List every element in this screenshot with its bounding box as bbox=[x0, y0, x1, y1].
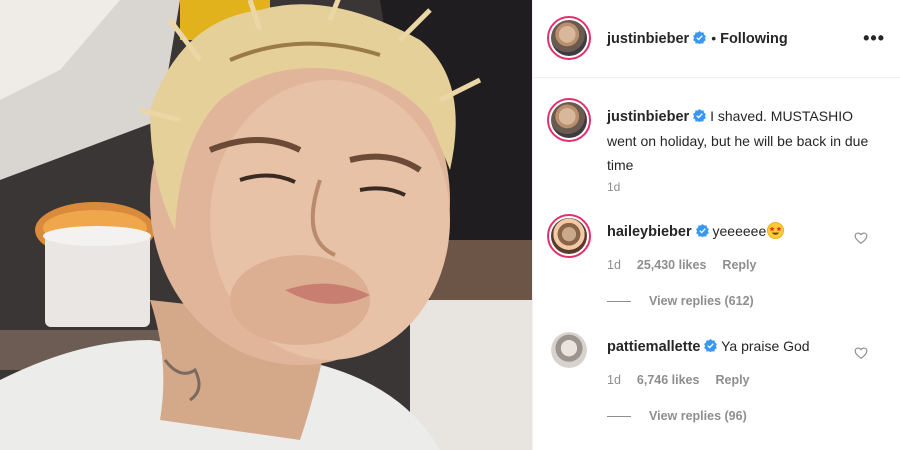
comment-text: yeeeeee bbox=[712, 223, 767, 239]
selfie-photo-illustration bbox=[0, 0, 532, 450]
comment-avatar[interactable] bbox=[551, 332, 587, 368]
header-separator: • bbox=[711, 30, 717, 46]
avatar-image bbox=[551, 102, 587, 138]
avatar-image bbox=[551, 20, 587, 56]
reply-button[interactable]: Reply bbox=[715, 373, 749, 387]
verified-badge-icon bbox=[693, 109, 707, 122]
instagram-post: justinbieber • Following ••• justinbieber … bbox=[0, 0, 900, 450]
more-options-icon[interactable]: ••• bbox=[863, 28, 885, 49]
comment-meta: 1d 25,430 likes Reply bbox=[607, 258, 756, 272]
divider-line bbox=[607, 300, 631, 302]
avatar-image bbox=[551, 218, 587, 254]
view-replies-button[interactable]: View replies (96) bbox=[607, 409, 747, 423]
comment-time[interactable]: 1d bbox=[607, 373, 621, 387]
divider-line bbox=[607, 415, 631, 417]
comment: haileybieber yeeeeee bbox=[607, 221, 785, 242]
verified-badge-icon bbox=[693, 31, 707, 44]
following-button[interactable]: Following bbox=[720, 31, 788, 47]
post-caption: justinbieber I shaved. MUSTASHIO went on… bbox=[607, 104, 882, 177]
caption-avatar[interactable] bbox=[547, 98, 591, 142]
post-sidebar: justinbieber • Following ••• justinbieber … bbox=[532, 0, 900, 450]
star-struck-emoji-icon bbox=[767, 222, 785, 239]
verified-badge-icon bbox=[704, 339, 718, 352]
view-replies-button[interactable]: View replies (612) bbox=[607, 294, 754, 308]
caption-time[interactable]: 1d bbox=[607, 180, 620, 194]
comment-meta: 1d 6,746 likes Reply bbox=[607, 373, 750, 387]
verified-badge-icon bbox=[695, 224, 709, 237]
comment-time[interactable]: 1d bbox=[607, 258, 621, 272]
comment-likes[interactable]: 25,430 likes bbox=[637, 258, 707, 272]
post-photo[interactable] bbox=[0, 0, 532, 450]
comment-username[interactable]: haileybieber bbox=[607, 224, 692, 240]
caption-username[interactable]: justinbieber bbox=[607, 109, 689, 125]
header-username[interactable]: justinbieber bbox=[607, 31, 689, 47]
comment-username[interactable]: pattiemallette bbox=[607, 339, 700, 355]
comment-text: Ya praise God bbox=[721, 338, 810, 354]
comment: pattiemallette Ya praise God bbox=[607, 336, 810, 357]
header-title: justinbieber • Following bbox=[607, 30, 788, 48]
post-header: justinbieber • Following ••• bbox=[533, 0, 900, 78]
reply-button[interactable]: Reply bbox=[722, 258, 756, 272]
comment-likes[interactable]: 6,746 likes bbox=[637, 373, 700, 387]
view-replies-label: View replies (96) bbox=[649, 409, 747, 423]
avatar[interactable] bbox=[547, 16, 591, 60]
view-replies-label: View replies (612) bbox=[649, 294, 754, 308]
comment-avatar[interactable] bbox=[547, 214, 591, 258]
like-heart-icon[interactable] bbox=[854, 231, 868, 245]
like-heart-icon[interactable] bbox=[854, 346, 868, 360]
avatar-image bbox=[551, 332, 587, 368]
